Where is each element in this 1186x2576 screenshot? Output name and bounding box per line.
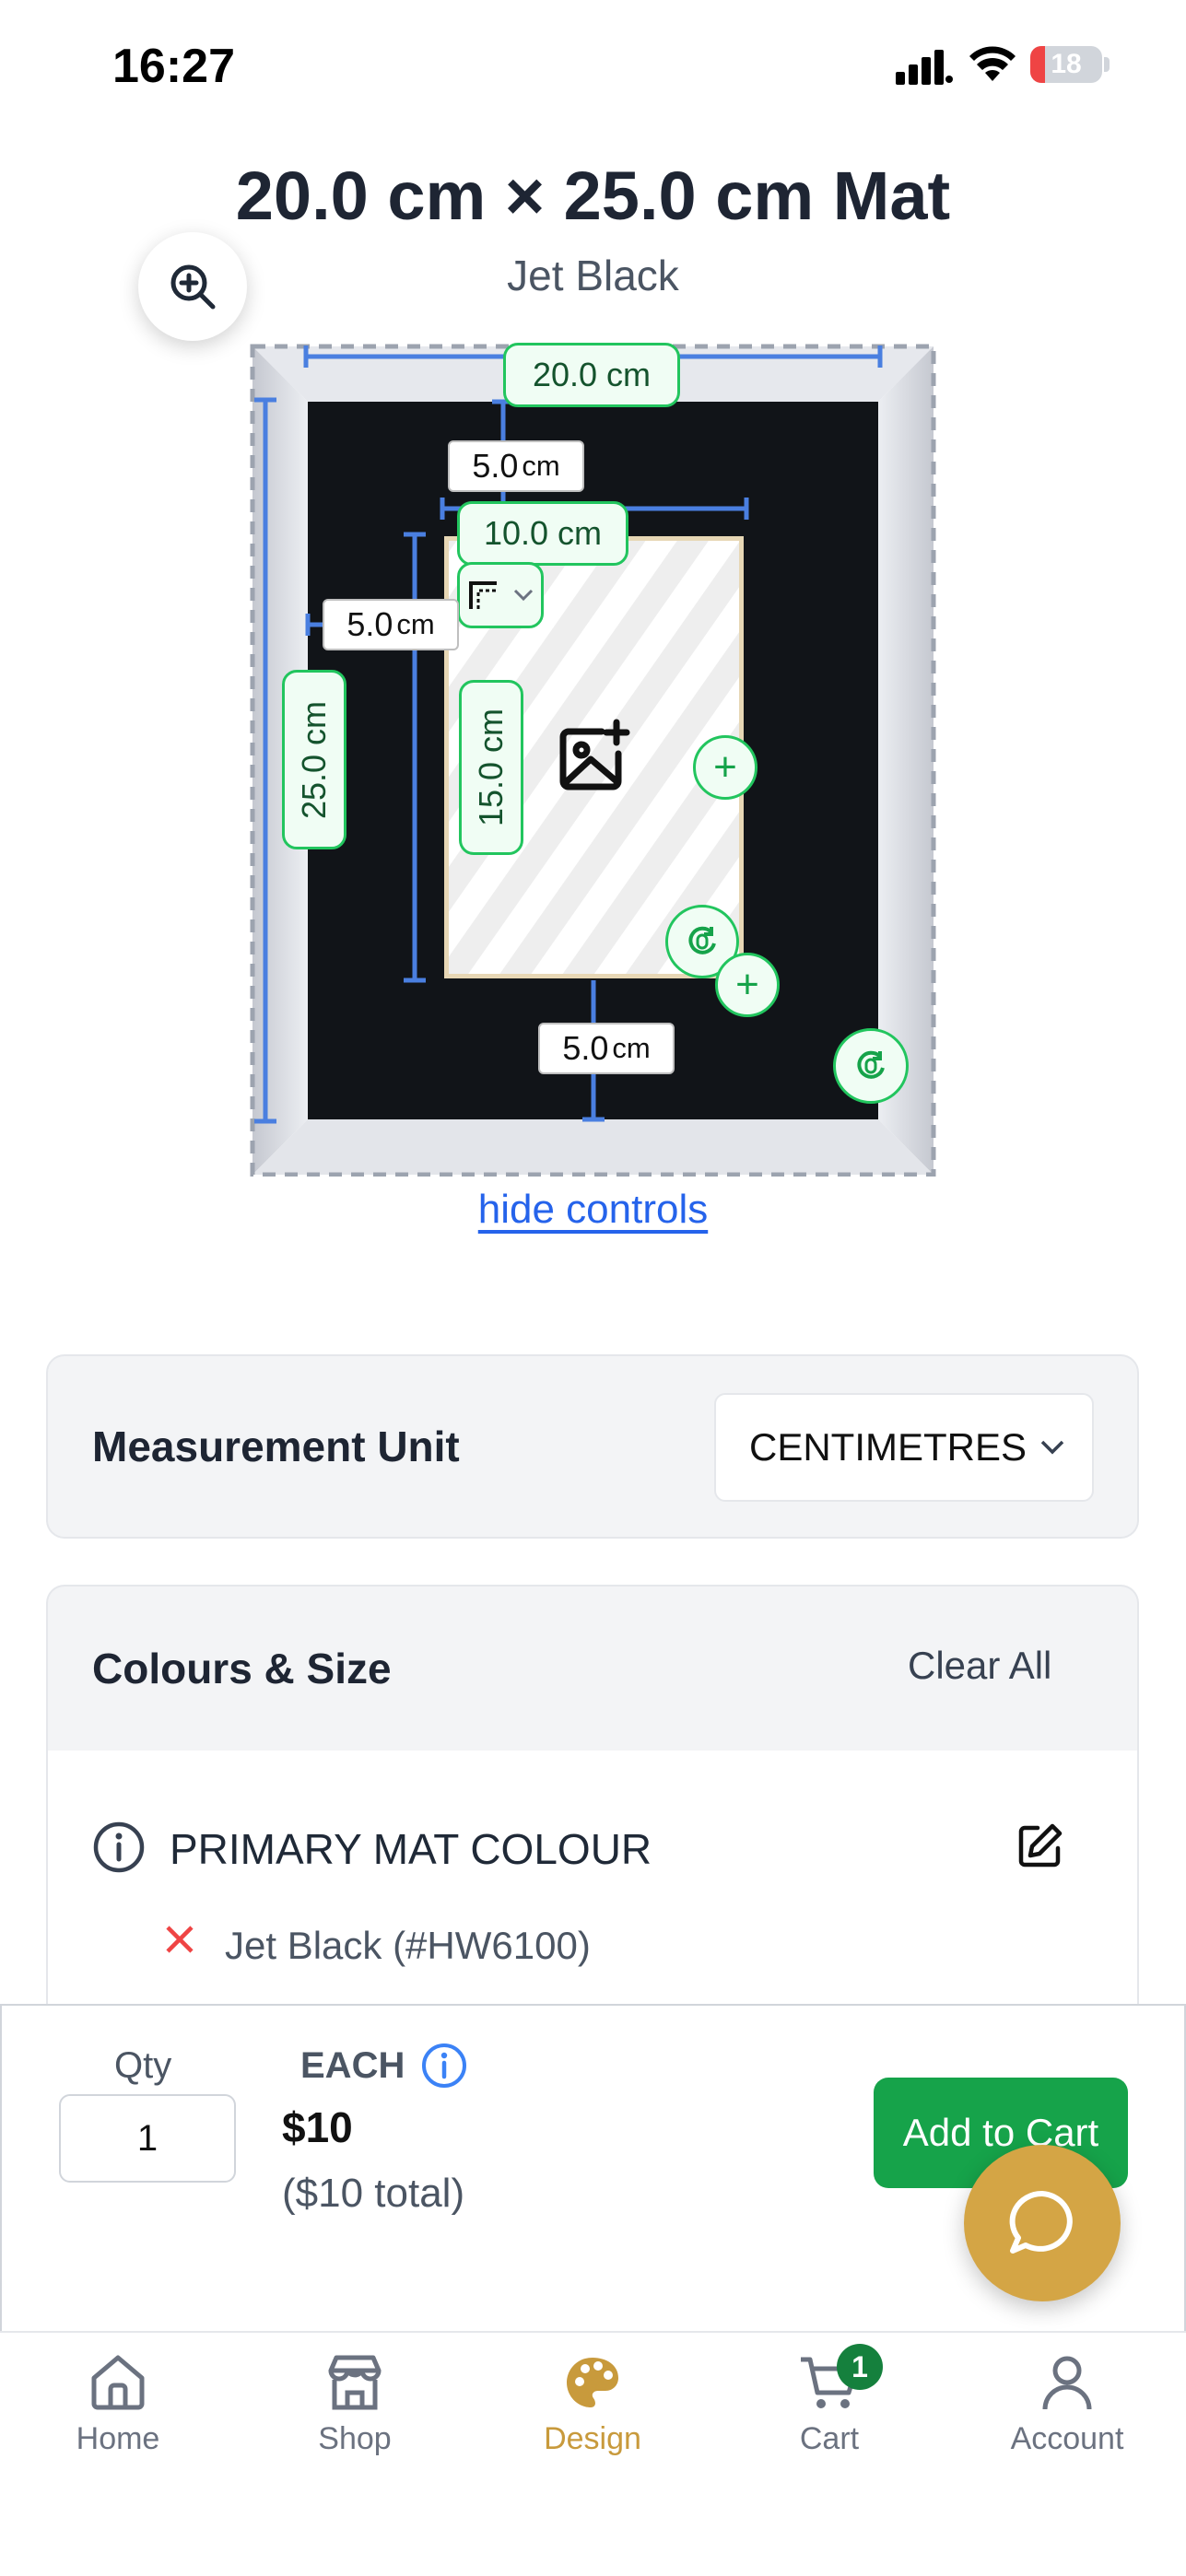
plus-icon: +	[735, 962, 759, 1007]
rotate-icon	[688, 926, 716, 954]
remove-colour-button[interactable]	[164, 1924, 195, 1960]
each-label: EACH	[300, 2045, 405, 2086]
home-icon	[91, 2355, 145, 2410]
outer-height-tag[interactable]: 25.0 cm	[282, 670, 346, 849]
tab-design-label: Design	[544, 2421, 641, 2456]
measurement-unit-value: CENTIMETRES	[749, 1425, 1027, 1469]
home-indicator	[369, 2538, 817, 2551]
add-opening-right-button[interactable]: +	[693, 735, 757, 800]
zoom-in-icon	[170, 264, 216, 310]
info-icon[interactable]	[92, 1821, 146, 1879]
chevron-down-icon	[513, 589, 534, 602]
battery-cap	[1104, 57, 1110, 72]
edit-icon	[1018, 1823, 1063, 1868]
top-border-unit: cm	[522, 450, 560, 482]
outer-height-label: 25.0 cm	[295, 700, 333, 819]
signal-icon	[896, 48, 953, 89]
close-icon	[166, 1926, 194, 1953]
tab-design[interactable]: Design	[500, 2354, 685, 2457]
measurement-unit-select[interactable]: CENTIMETRES	[714, 1393, 1094, 1502]
bottom-border-tag[interactable]: 5.0 cm	[538, 1023, 675, 1074]
page-title: 20.0 cm × 25.0 cm Mat	[235, 158, 951, 234]
price-info-icon[interactable]	[420, 2042, 468, 2094]
palette-icon	[567, 2358, 618, 2407]
clear-all-button[interactable]: Clear All	[908, 1644, 1051, 1688]
tab-shop[interactable]: Shop	[263, 2354, 447, 2457]
total-price: ($10 total)	[282, 2171, 465, 2216]
qty-label: Qty	[114, 2045, 172, 2086]
left-border-tag[interactable]: 5.0 cm	[323, 599, 459, 650]
status-time: 16:27	[112, 40, 235, 93]
tab-cart[interactable]: Cart	[737, 2354, 922, 2457]
plus-icon: +	[713, 744, 737, 790]
mat-preview: 20.0 cm 25.0 cm 5.0 cm 10.0 cm 5.0 cm 15.0…	[249, 343, 937, 1177]
left-border-value: 5.0	[346, 605, 393, 643]
tab-shop-label: Shop	[318, 2421, 392, 2456]
colours-panel-body	[46, 1751, 1139, 2027]
edit-primary-colour-button[interactable]	[1017, 1822, 1063, 1873]
tab-home-label: Home	[76, 2421, 160, 2456]
tab-cart-label: Cart	[799, 2421, 860, 2456]
left-border-unit: cm	[396, 608, 435, 640]
tab-home[interactable]: Home	[26, 2354, 210, 2457]
hide-controls-link[interactable]: hide controls	[0, 1187, 1186, 1233]
opening-height-label: 15.0 cm	[472, 708, 510, 827]
opening-height-tag[interactable]: 15.0 cm	[459, 680, 523, 855]
colours-heading: Colours & Size	[92, 1645, 392, 1692]
rotate-icon	[857, 1050, 885, 1079]
tab-account[interactable]: Account	[975, 2354, 1159, 2457]
shop-icon	[328, 2355, 382, 2410]
opening-width-tag[interactable]: 10.0 cm	[457, 501, 628, 566]
primary-mat-colour-value: Jet Black (#HW6100)	[225, 1924, 591, 1967]
outer-width-tag[interactable]: 20.0 cm	[503, 343, 680, 407]
corner-style-select[interactable]	[457, 562, 544, 628]
unit-price: $10	[282, 2103, 353, 2151]
top-border-tag[interactable]: 5.0 cm	[448, 440, 584, 492]
battery-level: 18	[1051, 49, 1082, 79]
zoom-button[interactable]	[138, 232, 247, 341]
measurement-label: Measurement Unit	[92, 1423, 460, 1470]
rotate-mat-button[interactable]	[833, 1028, 909, 1104]
chat-button[interactable]	[964, 2145, 1121, 2301]
primary-mat-colour-label: PRIMARY MAT COLOUR	[170, 1825, 652, 1873]
account-icon	[1042, 2356, 1092, 2410]
quantity-input[interactable]: 1	[59, 2094, 236, 2183]
bottom-border-value: 5.0	[562, 1029, 609, 1067]
bottom-border-unit: cm	[612, 1032, 651, 1064]
chevron-down-icon	[1040, 1440, 1064, 1455]
cart-badge: 1	[837, 2344, 883, 2390]
wifi-icon	[969, 44, 1016, 89]
corner-icon	[469, 581, 497, 609]
battery-icon: 18	[1030, 46, 1102, 83]
tab-account-label: Account	[1010, 2421, 1124, 2456]
add-opening-below-button[interactable]: +	[715, 953, 780, 1017]
chat-icon	[1009, 2190, 1073, 2254]
top-border-value: 5.0	[472, 447, 519, 485]
